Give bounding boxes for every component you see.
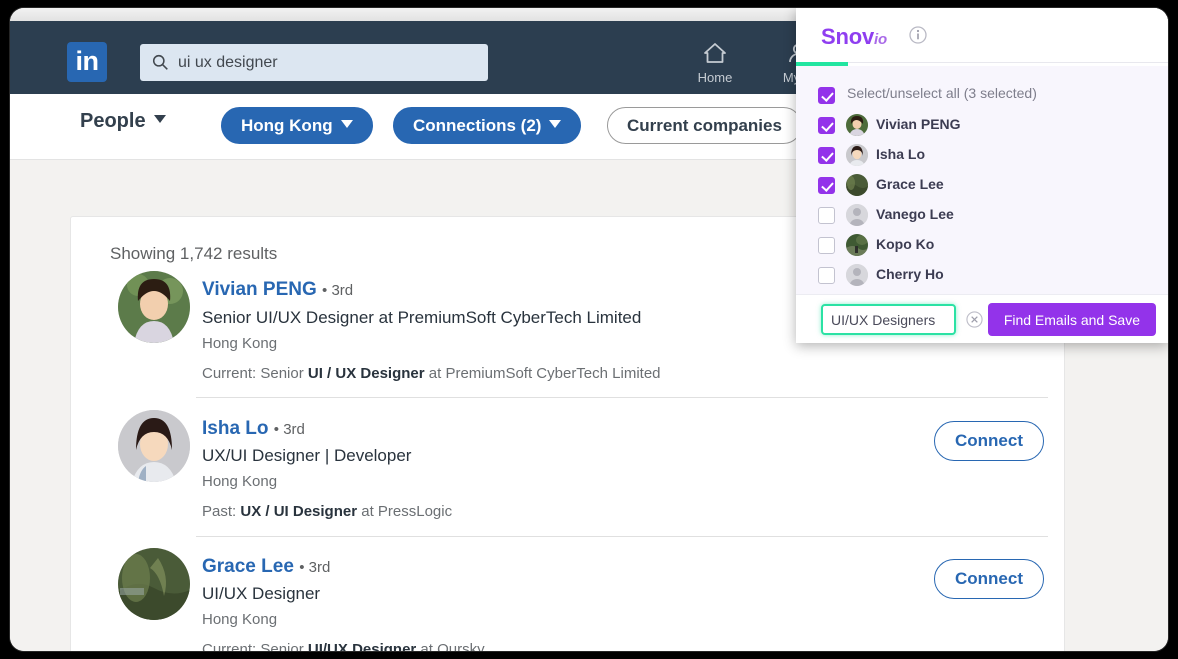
select-all-row[interactable]: Select/unselect all (3 selected) [796, 84, 1168, 114]
filter-pill-connections[interactable]: Connections (2) [393, 107, 582, 144]
result-meta-suffix: at PremiumSoft CyberTech Limited [424, 365, 661, 382]
contact-row[interactable]: Grace Lee [796, 174, 1168, 204]
info-icon[interactable] [909, 26, 927, 44]
result-meta: Current: Senior UI / UX Designer at Prem… [202, 365, 661, 382]
result-degree: • 3rd [273, 421, 305, 438]
contact-name: Cherry Ho [876, 266, 944, 282]
filter-pill-location[interactable]: Hong Kong [221, 107, 373, 144]
row-divider [196, 397, 1048, 398]
row-divider [196, 536, 1048, 537]
search-input[interactable] [178, 44, 478, 81]
result-location: Hong Kong [202, 611, 278, 628]
contact-checkbox[interactable] [818, 117, 835, 134]
result-title: Senior UI/UX Designer at PremiumSoft Cyb… [202, 308, 642, 327]
result-meta-highlight: UI / UX Designer [307, 365, 425, 382]
contact-name: Vivian PENG [876, 116, 961, 132]
snovio-contact-list: Select/unselect all (3 selected) Vivian … [796, 66, 1168, 294]
avatar[interactable] [118, 548, 190, 620]
snovio-popup-header: Snovio [796, 8, 1168, 63]
filter-pill-location-label: Hong Kong [241, 116, 333, 135]
chevron-down-icon [340, 120, 353, 128]
contact-name: Vanego Lee [876, 206, 954, 222]
contact-checkbox[interactable] [818, 147, 835, 164]
result-location: Hong Kong [202, 335, 278, 352]
contact-checkbox[interactable] [818, 207, 835, 224]
result-location: Hong Kong [202, 473, 278, 490]
contact-row[interactable]: Vanego Lee [796, 204, 1168, 234]
results-count: Showing 1,742 results [110, 244, 278, 263]
avatar[interactable] [118, 271, 190, 343]
filter-pill-connections-label: Connections (2) [413, 116, 542, 135]
result-title: UX/UI Designer | Developer [202, 446, 412, 465]
snovio-logo-main: Snov [821, 24, 874, 49]
select-all-checkbox[interactable] [818, 87, 835, 104]
circle-x-icon[interactable] [966, 311, 983, 328]
contact-checkbox[interactable] [818, 267, 835, 284]
result-meta-suffix: at PressLogic [357, 503, 453, 520]
nav-item-home[interactable]: Home [683, 41, 747, 85]
contact-row[interactable]: Isha Lo [796, 144, 1168, 174]
result-name-text: Isha Lo [202, 418, 269, 439]
filter-pill-current-companies[interactable]: Current companies [607, 107, 802, 144]
contact-checkbox[interactable] [818, 237, 835, 254]
home-icon [683, 41, 747, 67]
linkedin-logo[interactable]: in [67, 42, 107, 82]
result-degree: • 3rd [299, 559, 331, 576]
avatar [846, 144, 868, 166]
result-name-text: Vivian PENG [202, 279, 317, 300]
result-row[interactable]: Isha Lo • 3rd UX/UI Designer | Developer… [71, 410, 1064, 549]
contact-row[interactable]: Vivian PENG [796, 114, 1168, 144]
result-meta: Past: UX / UI Designer at PressLogic [202, 503, 452, 520]
result-degree: • 3rd [322, 282, 354, 299]
snovio-logo-suffix: io [874, 31, 887, 48]
result-meta-highlight: UI/UX Designer [307, 641, 417, 651]
contact-name: Grace Lee [876, 176, 944, 192]
contact-row[interactable]: Cherry Ho [796, 264, 1168, 294]
filter-people-dropdown[interactable]: People [80, 110, 166, 133]
result-name[interactable]: Vivian PENG • 3rd [202, 279, 353, 301]
chevron-down-icon [549, 120, 562, 128]
contact-name: Isha Lo [876, 146, 926, 162]
result-meta-suffix: at Oursky [416, 641, 485, 651]
search-box[interactable] [140, 44, 488, 81]
contact-checkbox[interactable] [818, 177, 835, 194]
result-name-text: Grace Lee [202, 556, 294, 577]
result-meta-prefix: Current: Senior [202, 365, 308, 382]
snovio-popup: Snovio Select/unselect all (3 selected) [796, 8, 1168, 343]
nav-item-home-label: Home [697, 70, 733, 85]
find-emails-and-save-button[interactable]: Find Emails and Save [987, 303, 1156, 336]
result-name[interactable]: Grace Lee • 3rd [202, 556, 330, 578]
list-name-input[interactable] [821, 304, 956, 335]
result-name[interactable]: Isha Lo • 3rd [202, 418, 305, 440]
search-icon [152, 54, 168, 70]
result-meta-prefix: Past: [202, 503, 241, 520]
result-meta-prefix: Current: Senior [202, 641, 308, 651]
result-row[interactable]: Grace Lee • 3rd UI/UX Designer Hong Kong… [71, 548, 1064, 651]
contact-row[interactable]: Kopo Ko [796, 234, 1168, 264]
connect-button[interactable]: Connect [934, 421, 1044, 461]
browser-window: in Home My N [10, 8, 1168, 651]
result-title: UI/UX Designer [202, 584, 321, 603]
filter-people-label: People [80, 110, 146, 132]
avatar [846, 114, 868, 136]
avatar-placeholder [846, 264, 868, 286]
result-meta-highlight: UX / UI Designer [240, 503, 358, 520]
filter-pill-current-companies-label: Current companies [627, 116, 782, 135]
snovio-logo: Snovio [821, 24, 887, 50]
avatar-placeholder [846, 204, 868, 226]
avatar[interactable] [118, 410, 190, 482]
select-all-label: Select/unselect all (3 selected) [847, 85, 1037, 101]
avatar [846, 174, 868, 196]
avatar [846, 234, 868, 256]
snovio-popup-footer: Find Emails and Save [796, 294, 1168, 343]
connect-button[interactable]: Connect [934, 559, 1044, 599]
chevron-down-icon [153, 115, 166, 123]
contact-name: Kopo Ko [876, 236, 935, 252]
result-meta: Current: Senior UI/UX Designer at Oursky [202, 641, 485, 651]
